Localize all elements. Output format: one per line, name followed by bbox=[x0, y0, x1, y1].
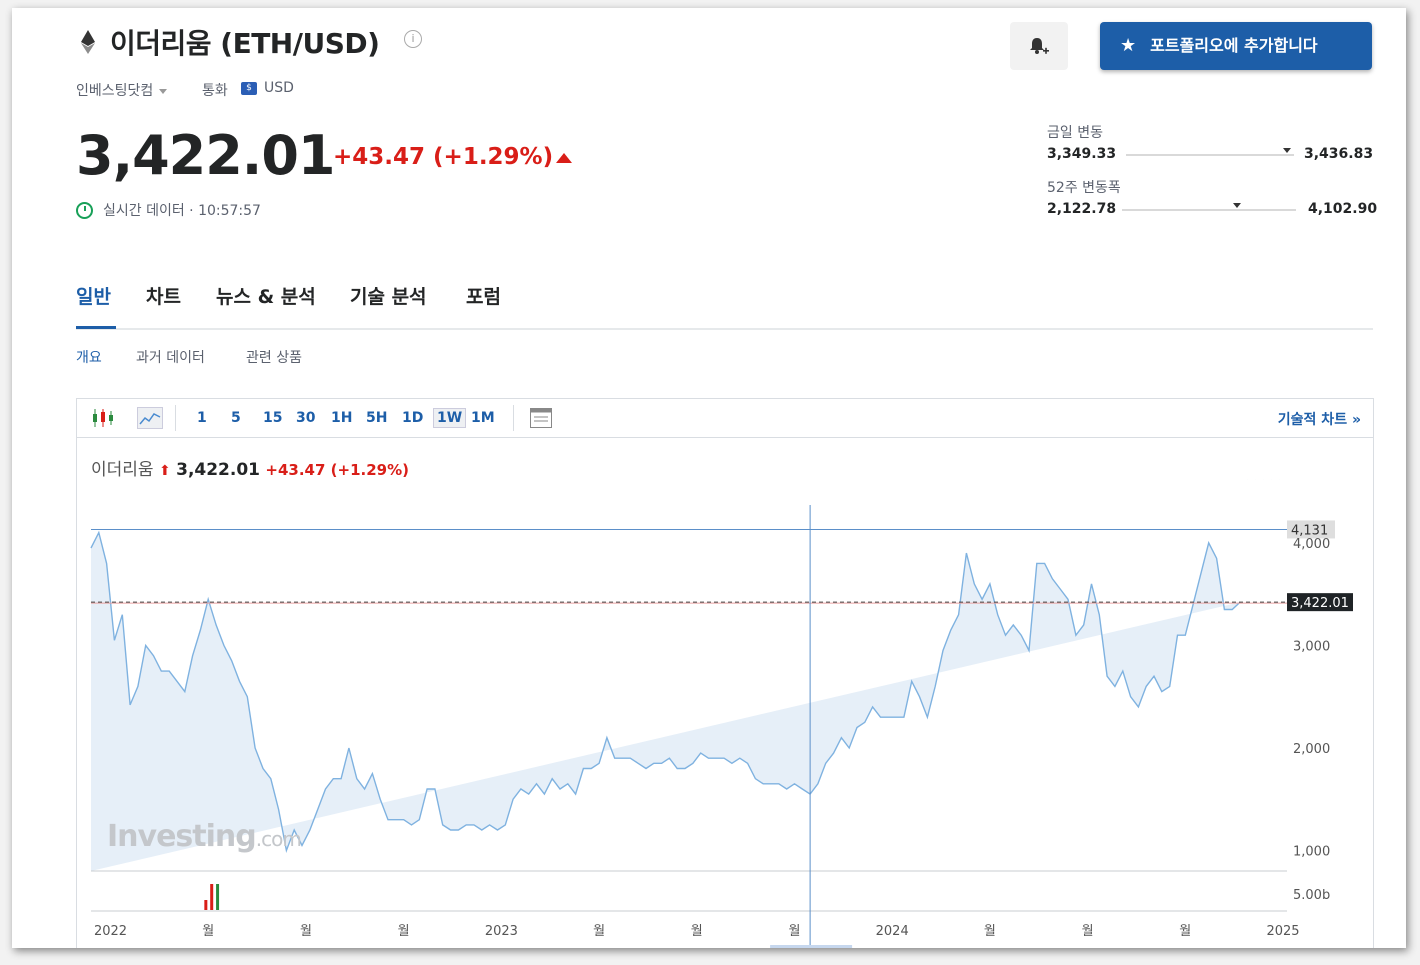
y-tick-label: 4,000 bbox=[1293, 537, 1330, 552]
subtab-related[interactable]: 관련 상품 bbox=[246, 347, 302, 367]
day-range-marker bbox=[1283, 148, 1292, 153]
legend-name: 이더리움 bbox=[91, 460, 154, 480]
timeframe-30[interactable]: 30 bbox=[296, 410, 315, 426]
layout-icon[interactable] bbox=[529, 407, 553, 429]
x-tick-label: 2025 bbox=[1266, 924, 1299, 939]
chevron-down-icon bbox=[159, 88, 168, 94]
tab-technical-analysis[interactable]: 기술 분석 bbox=[350, 282, 427, 309]
add-to-portfolio-label: 포트폴리오에 추가합니다 bbox=[1150, 36, 1318, 55]
star-icon: ★ bbox=[1120, 35, 1137, 56]
subtab-historical-data[interactable]: 과거 데이터 bbox=[136, 347, 205, 367]
x-tick-label: 월 bbox=[1179, 924, 1191, 939]
ethereum-icon bbox=[81, 30, 95, 54]
timeframe-1[interactable]: 1 bbox=[197, 410, 207, 426]
currency-flag-icon: $ bbox=[241, 82, 257, 95]
x-tick-label: 월 bbox=[788, 924, 800, 939]
investing-watermark-logo: Investing.com bbox=[107, 819, 302, 854]
technical-chart-link[interactable]: 기술적 차트 » bbox=[1278, 409, 1361, 429]
timeframe-1d[interactable]: 1D bbox=[402, 410, 423, 426]
last-price: 3,422.01 bbox=[76, 124, 335, 187]
info-icon[interactable]: i bbox=[404, 30, 422, 48]
day-range-bar bbox=[1126, 148, 1294, 156]
x-tick-label: 2024 bbox=[876, 924, 909, 939]
y-tick-label: 2,000 bbox=[1293, 742, 1330, 757]
last-price-label: 3,422.01 bbox=[1291, 596, 1349, 611]
x-tick-label: 월 bbox=[1082, 924, 1094, 939]
x-tick-label: 월 bbox=[202, 924, 214, 939]
currency-value: USD bbox=[264, 80, 294, 96]
volume-bar bbox=[216, 884, 220, 910]
timeframe-5h[interactable]: 5H bbox=[366, 410, 387, 426]
legend-up-icon: ⬆ bbox=[158, 463, 171, 479]
tab-forum[interactable]: 포럼 bbox=[466, 282, 501, 309]
page-title: 이더리움 (ETH/USD) bbox=[110, 27, 380, 60]
week52-range-high: 4,102.90 bbox=[1308, 201, 1378, 217]
toolbar-divider bbox=[513, 405, 514, 431]
timeframe-1h[interactable]: 1H bbox=[331, 410, 352, 426]
x-tick-label: 월 bbox=[593, 924, 605, 939]
volume-bar bbox=[210, 884, 214, 910]
x-tick-label: 월 bbox=[398, 924, 410, 939]
main-tabs: 일반 차트 뉴스 & 분석 기술 분석 포럼 bbox=[76, 278, 1373, 330]
tab-general[interactable]: 일반 bbox=[76, 282, 111, 309]
clock-icon bbox=[76, 202, 93, 219]
x-tick-label: 2023 bbox=[485, 924, 518, 939]
active-tab-indicator bbox=[76, 326, 116, 329]
realtime-status: 실시간 데이터 · 10:57:57 bbox=[103, 203, 261, 219]
timeframe-1w[interactable]: 1W bbox=[433, 408, 467, 428]
up-arrow-icon bbox=[556, 153, 572, 163]
tab-news-analysis[interactable]: 뉴스 & 분석 bbox=[216, 282, 316, 309]
candlestick-icon[interactable] bbox=[91, 407, 115, 429]
timeframe-5[interactable]: 5 bbox=[231, 410, 241, 426]
day-range-label: 금일 변동 bbox=[1047, 125, 1103, 141]
chart-toolbar: 1 5 15 30 1H 5H 1D 1W 1M 기술적 차트 » bbox=[77, 399, 1373, 438]
tab-chart[interactable]: 차트 bbox=[146, 282, 181, 309]
timeframe-15[interactable]: 15 bbox=[263, 410, 282, 426]
volume-bar bbox=[204, 900, 208, 910]
provider-dropdown[interactable]: 인베스팅닷컴 bbox=[76, 80, 168, 100]
chart-legend: 이더리움 ⬆ 3,422.01 +43.47 (+1.29%) bbox=[91, 455, 409, 480]
crosshair-date-box bbox=[770, 945, 853, 948]
week52-range-marker bbox=[1232, 203, 1241, 208]
add-to-portfolio-button[interactable]: ★ 포트폴리오에 추가합니다 bbox=[1100, 22, 1372, 70]
price-change: +43.47 (+1.29%) bbox=[333, 144, 554, 170]
page: 이더리움 (ETH/USD) i 인베스팅닷컴 통화 $ USD 3,422.0… bbox=[12, 8, 1406, 948]
chart-widget: 1 5 15 30 1H 5H 1D 1W 1M 기술적 차트 » 이더리움 ⬆… bbox=[76, 398, 1374, 948]
week52-range-low: 2,122.78 bbox=[1047, 201, 1117, 217]
day-range-low: 3,349.33 bbox=[1047, 146, 1117, 162]
week52-range-bar bbox=[1122, 203, 1296, 211]
x-tick-label: 월 bbox=[300, 924, 312, 939]
timeframe-1m[interactable]: 1M bbox=[471, 410, 495, 426]
x-tick-label: 월 bbox=[691, 924, 703, 939]
provider-label: 인베스팅닷컴 bbox=[76, 83, 154, 99]
y-tick-label: 3,000 bbox=[1293, 639, 1330, 654]
bell-plus-icon bbox=[1030, 38, 1049, 54]
alert-button[interactable] bbox=[1010, 22, 1068, 70]
y-tick-label: 1,000 bbox=[1293, 844, 1330, 859]
week52-range-label: 52주 변동폭 bbox=[1047, 180, 1121, 196]
legend-price: 3,422.01 bbox=[176, 460, 260, 480]
area-chart-icon[interactable] bbox=[137, 407, 163, 429]
day-range-high: 3,436.83 bbox=[1304, 146, 1374, 162]
volume-tick-label: 5.00b bbox=[1293, 888, 1330, 903]
x-tick-label: 월 bbox=[984, 924, 996, 939]
toolbar-divider bbox=[175, 405, 176, 431]
legend-change: +43.47 (+1.29%) bbox=[265, 461, 409, 479]
x-tick-label: 2022 bbox=[94, 924, 127, 939]
currency-label: 통화 bbox=[202, 83, 228, 99]
subtab-overview[interactable]: 개요 bbox=[76, 347, 102, 367]
price-chart[interactable]: 4,1313,422.011,0002,0003,0004,0005.00b20… bbox=[77, 479, 1373, 948]
